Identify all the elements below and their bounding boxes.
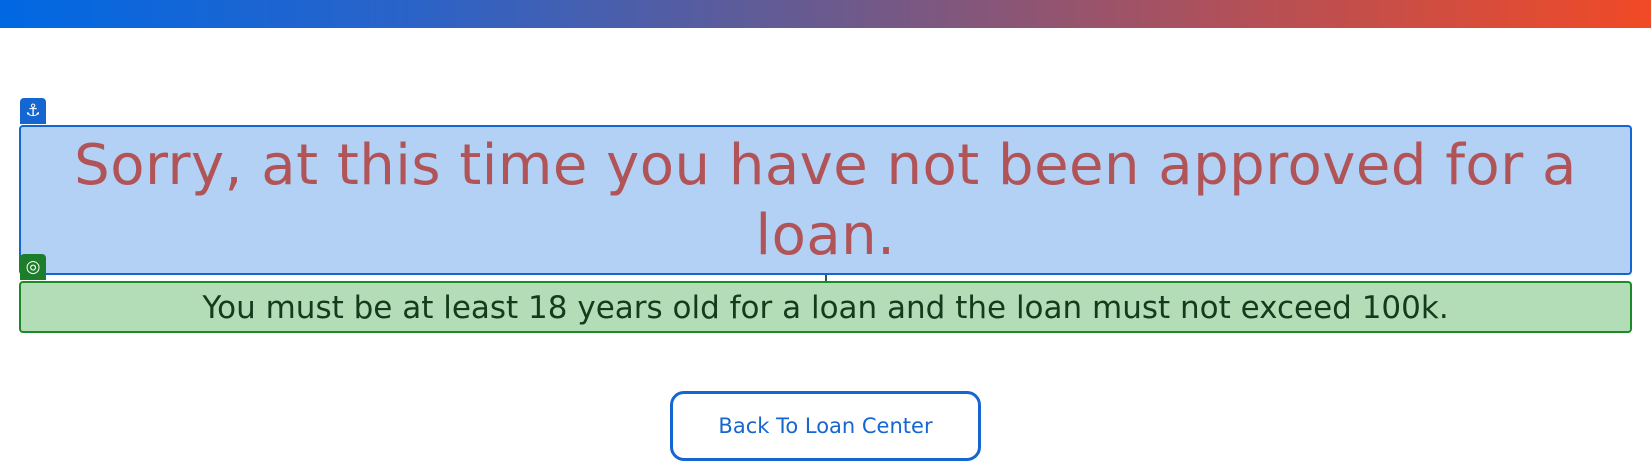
- header-gradient-bar: [0, 0, 1651, 28]
- rejection-headline: Sorry, at this time you have not been ap…: [74, 133, 1577, 268]
- requirement-message: You must be at least 18 years old for a …: [202, 290, 1449, 326]
- back-to-loan-center-button[interactable]: Back To Loan Center: [670, 391, 981, 461]
- requirement-highlight-box: You must be at least 18 years old for a …: [19, 281, 1632, 333]
- target-icon: ◎: [20, 254, 46, 280]
- anchor-icon: ⚓: [20, 98, 46, 124]
- headline-highlight-box: Sorry, at this time you have not been ap…: [19, 125, 1632, 275]
